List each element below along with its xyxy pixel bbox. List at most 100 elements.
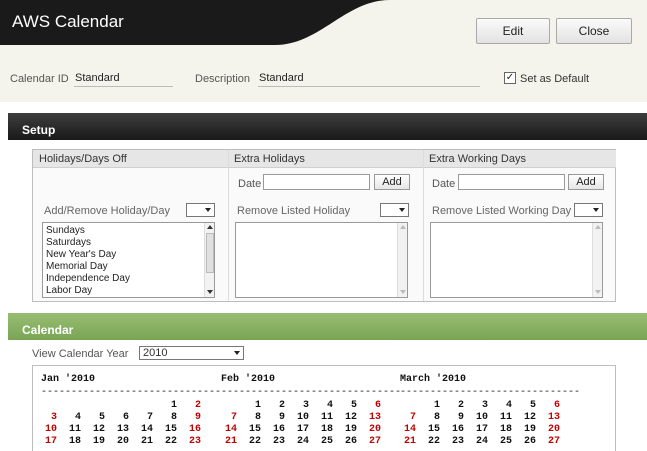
calendar-day[interactable]: 23 bbox=[185, 436, 201, 447]
calendar-day[interactable]: 22 bbox=[245, 436, 261, 447]
calendar-day[interactable]: 13 bbox=[365, 412, 381, 423]
calendar-id-field[interactable]: Standard bbox=[74, 72, 173, 87]
calendar-day[interactable]: 9 bbox=[269, 412, 285, 423]
calendar-day[interactable]: 5 bbox=[520, 400, 536, 411]
calendar-day[interactable]: 15 bbox=[161, 424, 177, 435]
calendar-day[interactable]: 4 bbox=[65, 412, 81, 423]
calendar-day[interactable]: 3 bbox=[472, 400, 488, 411]
calendar-day[interactable]: 22 bbox=[424, 436, 440, 447]
scroll-up-icon[interactable] bbox=[595, 225, 601, 229]
calendar-day[interactable]: 7 bbox=[137, 412, 153, 423]
extra-holidays-listbox[interactable] bbox=[235, 222, 408, 298]
calendar-day[interactable]: 6 bbox=[113, 412, 129, 423]
edit-button[interactable]: Edit bbox=[476, 18, 550, 44]
scroll-up-icon[interactable] bbox=[400, 225, 406, 229]
calendar-day[interactable]: 18 bbox=[65, 436, 81, 447]
list-item[interactable]: Labor Day bbox=[43, 285, 214, 297]
calendar-day[interactable]: 27 bbox=[365, 436, 381, 447]
calendar-day[interactable]: 10 bbox=[472, 412, 488, 423]
calendar-day[interactable]: 26 bbox=[341, 436, 357, 447]
calendar-day[interactable]: 4 bbox=[317, 400, 333, 411]
calendar-day[interactable]: 1 bbox=[161, 400, 177, 411]
add-remove-holiday-dropdown[interactable] bbox=[186, 203, 215, 217]
calendar-day[interactable]: 3 bbox=[41, 412, 57, 423]
calendar-day[interactable]: 19 bbox=[341, 424, 357, 435]
list-item[interactable]: Saturdays bbox=[43, 237, 214, 249]
calendar-day[interactable]: 13 bbox=[113, 424, 129, 435]
calendar-day[interactable]: 21 bbox=[400, 436, 416, 447]
scroll-down-icon[interactable] bbox=[595, 290, 601, 294]
calendar-day[interactable]: 10 bbox=[41, 424, 57, 435]
calendar-day[interactable]: 2 bbox=[269, 400, 285, 411]
extra-working-days-listbox[interactable] bbox=[430, 222, 603, 298]
calendar-day[interactable]: 3 bbox=[293, 400, 309, 411]
calendar-day[interactable]: 18 bbox=[496, 424, 512, 435]
calendar-day[interactable]: 1 bbox=[424, 400, 440, 411]
set-default-checkbox[interactable]: ✓ bbox=[504, 72, 516, 84]
calendar-day[interactable]: 12 bbox=[89, 424, 105, 435]
calendar-day[interactable]: 8 bbox=[424, 412, 440, 423]
calendar-day[interactable]: 24 bbox=[293, 436, 309, 447]
add-extra-working-day-button[interactable]: Add bbox=[568, 174, 604, 190]
remove-holiday-dropdown[interactable] bbox=[380, 203, 409, 217]
calendar-day[interactable]: 15 bbox=[245, 424, 261, 435]
calendar-day[interactable]: 11 bbox=[496, 412, 512, 423]
calendar-day[interactable]: 4 bbox=[496, 400, 512, 411]
remove-working-day-dropdown[interactable] bbox=[574, 203, 603, 217]
calendar-day[interactable]: 11 bbox=[317, 412, 333, 423]
calendar-day[interactable]: 16 bbox=[269, 424, 285, 435]
calendar-day[interactable]: 20 bbox=[365, 424, 381, 435]
calendar-day[interactable]: 20 bbox=[113, 436, 129, 447]
calendar-day[interactable]: 21 bbox=[221, 436, 237, 447]
list-item[interactable]: New Year's Day bbox=[43, 249, 214, 261]
calendar-day[interactable]: 25 bbox=[496, 436, 512, 447]
calendar-day[interactable]: 7 bbox=[221, 412, 237, 423]
calendar-day[interactable]: 26 bbox=[520, 436, 536, 447]
calendar-day[interactable]: 14 bbox=[400, 424, 416, 435]
scroll-up-icon[interactable] bbox=[207, 225, 213, 229]
calendar-day[interactable]: 18 bbox=[317, 424, 333, 435]
scrollbar[interactable] bbox=[397, 223, 407, 297]
calendar-day[interactable]: 23 bbox=[269, 436, 285, 447]
calendar-day[interactable]: 10 bbox=[293, 412, 309, 423]
calendar-day[interactable]: 21 bbox=[137, 436, 153, 447]
scrollbar-thumb[interactable] bbox=[206, 233, 214, 273]
add-extra-holiday-button[interactable]: Add bbox=[374, 174, 410, 190]
calendar-day[interactable]: 12 bbox=[520, 412, 536, 423]
calendar-day[interactable]: 14 bbox=[137, 424, 153, 435]
calendar-day[interactable]: 14 bbox=[221, 424, 237, 435]
close-button[interactable]: Close bbox=[556, 18, 632, 44]
list-item[interactable]: Independence Day bbox=[43, 273, 214, 285]
description-field[interactable]: Standard bbox=[258, 72, 480, 87]
calendar-day[interactable]: 2 bbox=[185, 400, 201, 411]
calendar-day[interactable]: 16 bbox=[448, 424, 464, 435]
calendar-day[interactable]: 17 bbox=[41, 436, 57, 447]
calendar-day[interactable]: 23 bbox=[448, 436, 464, 447]
scroll-down-icon[interactable] bbox=[207, 290, 213, 294]
holidays-listbox[interactable]: Sundays Saturdays New Year's Day Memoria… bbox=[42, 222, 215, 298]
scroll-down-icon[interactable] bbox=[400, 290, 406, 294]
calendar-day[interactable]: 27 bbox=[544, 436, 560, 447]
list-item[interactable]: Sundays bbox=[43, 225, 214, 237]
calendar-day[interactable]: 24 bbox=[472, 436, 488, 447]
calendar-day[interactable]: 16 bbox=[185, 424, 201, 435]
calendar-day[interactable]: 15 bbox=[424, 424, 440, 435]
calendar-day[interactable]: 9 bbox=[448, 412, 464, 423]
calendar-day[interactable]: 12 bbox=[341, 412, 357, 423]
calendar-day[interactable]: 5 bbox=[341, 400, 357, 411]
calendar-day[interactable]: 13 bbox=[544, 412, 560, 423]
calendar-day[interactable]: 1 bbox=[245, 400, 261, 411]
calendar-day[interactable]: 19 bbox=[520, 424, 536, 435]
list-item[interactable]: Memorial Day bbox=[43, 261, 214, 273]
calendar-day[interactable]: 6 bbox=[365, 400, 381, 411]
calendar-day[interactable]: 8 bbox=[161, 412, 177, 423]
calendar-year-select[interactable]: 2010 bbox=[139, 346, 244, 360]
calendar-day[interactable]: 5 bbox=[89, 412, 105, 423]
calendar-day[interactable]: 8 bbox=[245, 412, 261, 423]
scrollbar[interactable] bbox=[592, 223, 602, 297]
calendar-day[interactable]: 7 bbox=[400, 412, 416, 423]
extra-working-day-date-input[interactable] bbox=[458, 174, 565, 190]
calendar-day[interactable]: 11 bbox=[65, 424, 81, 435]
calendar-day[interactable]: 17 bbox=[293, 424, 309, 435]
calendar-day[interactable]: 17 bbox=[472, 424, 488, 435]
